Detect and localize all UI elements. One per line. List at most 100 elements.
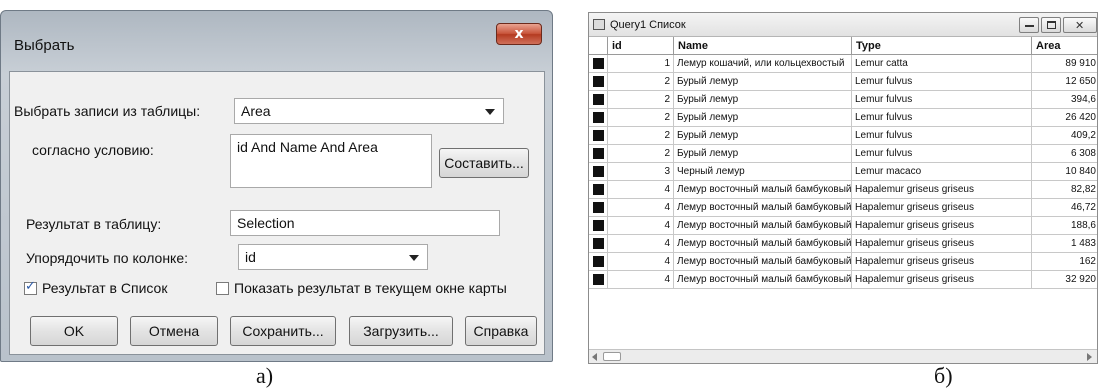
cancel-button[interactable]: Отмена (130, 316, 218, 346)
cell-area: 82,82 (1031, 181, 1098, 198)
cell-type: Lemur fulvus (851, 73, 1031, 90)
column-header-id[interactable]: id (607, 37, 673, 55)
table-row[interactable]: 2 Бурый лемур Lemur fulvus 12 650 (589, 73, 1097, 91)
cell-type: Hapalemur griseus griseus (851, 199, 1031, 216)
cell-name: Лемур восточный малый бамбуковый (673, 253, 851, 270)
close-button[interactable]: x (496, 23, 542, 45)
load-button[interactable]: Загрузить... (349, 316, 453, 346)
cell-area: 394,6 (1031, 91, 1098, 108)
maximize-button[interactable] (1041, 17, 1061, 33)
cell-area: 26 420 (1031, 109, 1098, 126)
chevron-down-icon (409, 255, 419, 261)
dialog-titlebar[interactable]: Выбрать x (1, 11, 552, 71)
select-from-value: Area (241, 103, 271, 119)
row-marker-icon (593, 76, 604, 87)
condition-value: id And Name And Area (237, 139, 378, 155)
row-marker-icon (593, 220, 604, 231)
cell-area: 188,6 (1031, 217, 1098, 234)
condition-textarea[interactable]: id And Name And Area (230, 134, 432, 188)
table-row[interactable]: 3 Черный лемур Lemur macaco 10 840 (589, 163, 1097, 181)
scroll-left-icon[interactable] (592, 353, 597, 361)
cell-id: 4 (607, 271, 673, 288)
cell-name: Черный лемур (673, 163, 851, 180)
cell-area: 32 920 (1031, 271, 1098, 288)
row-marker-icon (593, 256, 604, 267)
select-from-combobox[interactable]: Area (234, 98, 504, 124)
cell-name: Лемур восточный малый бамбуковый (673, 271, 851, 288)
table-row[interactable]: 4 Лемур восточный малый бамбуковый Hapalem… (589, 235, 1097, 253)
result-table-input[interactable]: Selection (230, 210, 500, 236)
cell-name: Бурый лемур (673, 109, 851, 126)
chevron-down-icon (485, 109, 495, 115)
compose-button[interactable]: Составить... (439, 148, 529, 178)
order-by-value: id (245, 249, 256, 265)
column-header-area[interactable]: Area (1031, 37, 1098, 55)
close-icon: x (514, 26, 524, 42)
result-in-list-checkbox[interactable] (24, 279, 37, 295)
table-row[interactable]: 4 Лемур восточный малый бамбуковый Hapalem… (589, 253, 1097, 271)
table-icon (593, 19, 605, 30)
cell-id: 2 (607, 127, 673, 144)
select-from-label: Выбрать записи из таблицы: (14, 103, 201, 119)
column-header-name[interactable]: Name (673, 37, 851, 55)
minimize-button[interactable] (1019, 17, 1039, 33)
table-row[interactable]: 4 Лемур восточный малый бамбуковый Hapalem… (589, 181, 1097, 199)
row-marker-icon (593, 238, 604, 249)
cell-id: 4 (607, 181, 673, 198)
cell-area: 10 840 (1031, 163, 1098, 180)
result-table-label: Результат в таблицу: (26, 216, 162, 232)
table-row[interactable]: 2 Бурый лемур Lemur fulvus 409,2 (589, 127, 1097, 145)
table-row[interactable]: 2 Бурый лемур Lemur fulvus 6 308 (589, 145, 1097, 163)
row-marker-icon (593, 166, 604, 177)
table-row[interactable]: 2 Бурый лемур Lemur fulvus 26 420 (589, 109, 1097, 127)
table-body: 1 Лемур кошачий, или кольцехвостый Lemur c… (589, 55, 1097, 289)
cell-id: 4 (607, 217, 673, 234)
cell-id: 3 (607, 163, 673, 180)
cell-type: Lemur fulvus (851, 109, 1031, 126)
order-by-label: Упорядочить по колонке: (26, 250, 189, 266)
row-marker-icon (593, 112, 604, 123)
condition-label: согласно условию: (32, 142, 154, 158)
cell-area: 6 308 (1031, 145, 1098, 162)
save-button[interactable]: Сохранить... (230, 316, 336, 346)
table-row[interactable]: 2 Бурый лемур Lemur fulvus 394,6 (589, 91, 1097, 109)
horizontal-scrollbar[interactable] (589, 349, 1097, 363)
cell-name: Лемур восточный малый бамбуковый (673, 217, 851, 234)
table-row[interactable]: 1 Лемур кошачий, или кольцехвостый Lemur c… (589, 55, 1097, 73)
show-in-map-label[interactable]: Показать результат в текущем окне карты (234, 280, 507, 296)
table-row[interactable]: 4 Лемур восточный малый бамбуковый Hapalem… (589, 199, 1097, 217)
cell-type: Lemur fulvus (851, 91, 1031, 108)
result-in-list-label[interactable]: Результат в Список (42, 280, 167, 296)
caption-b: б) (934, 363, 953, 388)
show-in-map-checkbox[interactable] (216, 282, 229, 295)
cell-type: Hapalemur griseus griseus (851, 235, 1031, 252)
cell-name: Лемур восточный малый бамбуковый (673, 181, 851, 198)
query-list-window: Query1 Список ✕ id Name Type Area 1 Лемур… (588, 12, 1098, 364)
close-icon: ✕ (1075, 19, 1085, 32)
close-window-button[interactable]: ✕ (1063, 17, 1097, 33)
help-button[interactable]: Справка (465, 316, 537, 346)
cell-type: Hapalemur griseus griseus (851, 181, 1031, 198)
table-row[interactable]: 4 Лемур восточный малый бамбуковый Hapalem… (589, 217, 1097, 235)
figure-root: Выбрать x Выбрать записи из таблицы: Are… (0, 0, 1098, 391)
table-row[interactable]: 4 Лемур восточный малый бамбуковый Hapalem… (589, 271, 1097, 289)
cell-name: Лемур восточный малый бамбуковый (673, 235, 851, 252)
order-by-combobox[interactable]: id (238, 244, 428, 270)
ok-button[interactable]: OK (30, 316, 118, 346)
scroll-right-icon[interactable] (1087, 353, 1092, 361)
cell-name: Лемур восточный малый бамбуковый (673, 199, 851, 216)
list-window-titlebar[interactable]: Query1 Список ✕ (589, 13, 1097, 37)
cell-id: 4 (607, 199, 673, 216)
cell-id: 2 (607, 145, 673, 162)
dialog-body: Выбрать записи из таблицы: Area согласно… (9, 71, 545, 355)
column-header-type[interactable]: Type (851, 37, 1031, 55)
cell-type: Lemur fulvus (851, 127, 1031, 144)
cell-area: 162 (1031, 253, 1098, 270)
scrollbar-thumb[interactable] (603, 352, 621, 361)
caption-a: а) (256, 363, 274, 388)
table-header: id Name Type Area (589, 37, 1097, 55)
cell-name: Бурый лемур (673, 73, 851, 90)
cell-id: 4 (607, 253, 673, 270)
row-marker-icon (593, 202, 604, 213)
row-marker-icon (593, 94, 604, 105)
